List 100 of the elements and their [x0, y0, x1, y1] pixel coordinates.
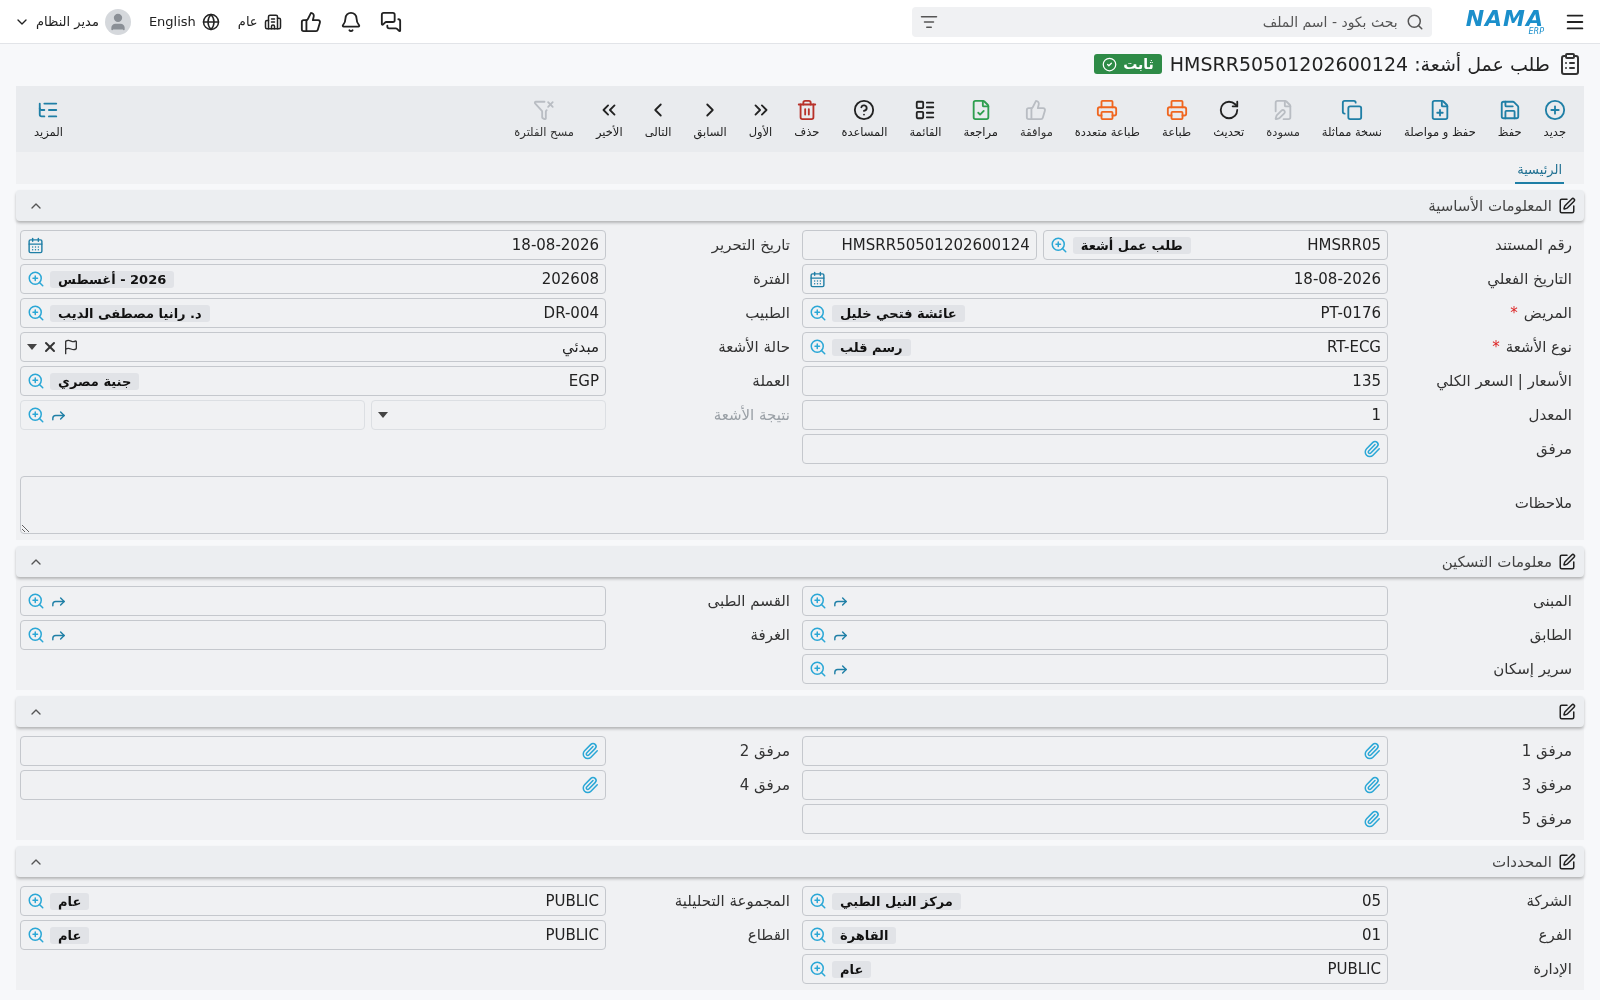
flag-icon[interactable] [63, 339, 79, 355]
text-field[interactable]: 135 [802, 366, 1388, 396]
zoom-in-icon[interactable] [809, 660, 827, 678]
select-field[interactable] [371, 400, 606, 430]
help-button[interactable]: المساعدة [831, 95, 898, 143]
field-label: العملة [751, 372, 791, 390]
field-label: مرفق 1 [1520, 742, 1573, 760]
refresh-button[interactable]: تحديث [1203, 95, 1255, 143]
previous-button[interactable]: السابق [683, 95, 737, 143]
caret-icon[interactable] [378, 412, 389, 418]
building-icon [263, 12, 282, 31]
last-button[interactable]: الأخير [585, 95, 633, 143]
duplicate-button[interactable]: نسخة مماثلة [1311, 95, 1392, 143]
attachment-field[interactable] [802, 736, 1388, 766]
thumbs-up-icon [1025, 99, 1048, 121]
zoom-in-icon[interactable] [809, 304, 827, 322]
paperclip-icon[interactable] [1363, 742, 1381, 760]
zoom-in-icon[interactable] [27, 892, 45, 910]
zoom-in-icon[interactable] [809, 338, 827, 356]
attachment-field[interactable] [20, 770, 606, 800]
lookup-field[interactable] [20, 400, 366, 430]
zoom-in-icon[interactable] [809, 626, 827, 644]
zoom-in-icon[interactable] [27, 372, 45, 390]
attachment-field[interactable] [802, 770, 1388, 800]
help-icon [853, 99, 876, 121]
section-title: المحددات [1492, 852, 1552, 871]
document-title: طلب عمل أشعة: HMSRR50501202600124 [1169, 53, 1550, 75]
next-button[interactable]: التالى [634, 95, 682, 143]
edit-icon[interactable] [1558, 552, 1576, 571]
attachment-field[interactable] [20, 736, 606, 766]
required-mark: * [1492, 338, 1500, 356]
search-input[interactable]: بحث بكود - اسم الملف [943, 12, 1400, 31]
value-tag: عام [50, 926, 90, 944]
zoom-in-icon[interactable] [27, 304, 45, 322]
zoom-in-icon[interactable] [27, 926, 45, 944]
tab[interactable]: الرئيسية [1515, 158, 1564, 184]
delete-button[interactable]: حذف [784, 95, 830, 143]
new-button[interactable]: جديد [1533, 95, 1576, 143]
field-label: تاريخ التحرير [710, 236, 791, 254]
notes-field[interactable] [20, 476, 1388, 534]
text-field[interactable]: 1 [802, 400, 1388, 430]
field-label: الفرع [1537, 926, 1573, 944]
field-label: مرفق 2 [738, 742, 791, 760]
value-tag: عام [832, 960, 872, 978]
zoom-in-icon[interactable] [27, 626, 45, 644]
zoom-in-icon[interactable] [809, 926, 827, 944]
zoom-in-icon[interactable] [809, 592, 827, 610]
caret-icon[interactable] [27, 344, 37, 350]
lookup-field[interactable] [20, 586, 606, 616]
company-button[interactable]: عام [235, 10, 284, 33]
text-field[interactable]: HMSRR50501202600124 [802, 230, 1037, 260]
print-button[interactable]: طباعة [1152, 95, 1202, 143]
multi-print-button[interactable]: طباعة متعددة [1064, 95, 1150, 143]
zoom-in-icon[interactable] [1049, 236, 1068, 254]
date-field[interactable]: 18-08-2026 [802, 264, 1388, 294]
clipboard-icon [1558, 52, 1582, 76]
lookup-field[interactable] [802, 586, 1388, 616]
edit-icon[interactable] [1558, 852, 1576, 871]
lookup-field[interactable] [802, 620, 1388, 650]
attachment-field[interactable] [802, 804, 1388, 834]
clear-icon[interactable] [42, 339, 58, 355]
field-label: الإدارة [1532, 960, 1573, 978]
value-tag: مركز النيل الطبي [832, 892, 961, 910]
zoom-in-icon[interactable] [809, 960, 827, 978]
calendar-icon[interactable] [809, 270, 826, 288]
date-field[interactable]: 18-08-2026 [20, 230, 606, 260]
logo: NAMA ERP [1465, 7, 1544, 36]
list-button[interactable]: القائمة [899, 95, 952, 143]
save-button[interactable]: حفظ [1487, 95, 1532, 143]
paperclip-icon[interactable] [1363, 440, 1381, 458]
zoom-in-icon[interactable] [809, 892, 827, 910]
language-button[interactable]: English [146, 10, 222, 33]
calendar-icon[interactable] [27, 236, 44, 254]
save-continue-button[interactable]: حفظ و مواصلة [1394, 95, 1486, 143]
section-title: المعلومات الأساسية [1428, 196, 1552, 215]
user-menu[interactable]: مدير النظام [12, 6, 133, 37]
zoom-in-icon[interactable] [27, 592, 45, 610]
section-title: معلومات التسكين [1441, 552, 1552, 571]
field-label: نتيجة الأشعة [712, 406, 791, 424]
zoom-in-icon[interactable] [27, 270, 45, 288]
first-button[interactable]: الأول [738, 95, 783, 143]
edit-icon[interactable] [1558, 196, 1576, 215]
lookup-field[interactable] [20, 620, 606, 650]
paperclip-icon[interactable] [1363, 810, 1381, 828]
attachment-field[interactable] [802, 434, 1388, 464]
floppy-icon [1498, 99, 1521, 121]
field-label: مرفق [1535, 440, 1573, 458]
plus-circle-icon [1543, 99, 1566, 121]
paperclip-icon[interactable] [1363, 776, 1381, 794]
field-label: المريض * [1509, 304, 1573, 322]
edit-icon[interactable] [1558, 702, 1576, 721]
review-button[interactable]: مراجعة [953, 95, 1009, 143]
lookup-field[interactable] [802, 654, 1388, 684]
search-field[interactable]: بحث بكود - اسم الملف [911, 6, 1432, 37]
zoom-in-icon[interactable] [27, 406, 45, 424]
paperclip-icon[interactable] [581, 776, 599, 794]
field-label: نوع الأشعة * [1491, 338, 1573, 356]
select-field[interactable]: مبدئي [20, 332, 606, 362]
paperclip-icon[interactable] [581, 742, 599, 760]
more-button[interactable]: المزيد [24, 95, 73, 143]
